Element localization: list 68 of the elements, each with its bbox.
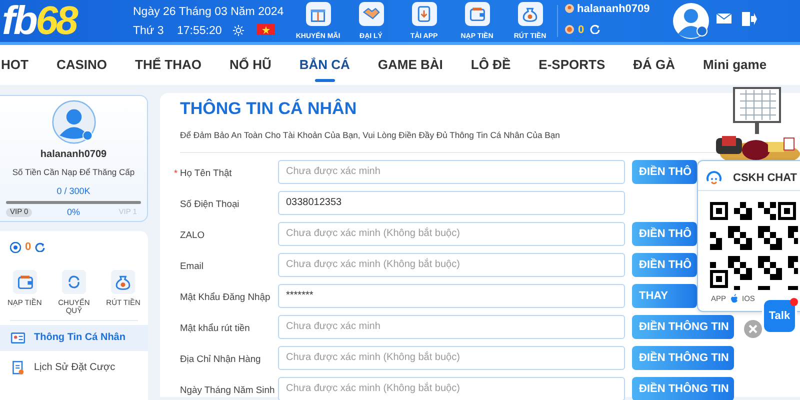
progress-text: 0 / 300K [56, 186, 90, 196]
flag-icon [257, 24, 275, 35]
refresh-icon[interactable] [35, 242, 46, 252]
nav-tab[interactable]: NỔ HŨ [229, 45, 272, 85]
fill-info-button[interactable]: ĐIỀN THÔ [632, 253, 697, 277]
input-field[interactable]: Chưa được xác minh (Không bắt buộc) [278, 253, 625, 277]
nav-tab[interactable]: ĐÁ GÀ [633, 45, 676, 85]
talk-button[interactable]: Talk [762, 298, 797, 334]
field-label: Mật khẩu rút tiền [179, 322, 250, 334]
field-label: Email [179, 260, 204, 272]
sun-icon [233, 25, 244, 36]
apple-icon [730, 294, 738, 304]
wallet-icon [468, 5, 486, 23]
fill-info-button[interactable]: ĐIỀN THÔNG TIN [632, 346, 734, 370]
id-card-icon [10, 330, 26, 346]
nav-tab[interactable]: CASINO [56, 45, 108, 85]
chat-title: CSKH CHAT [733, 171, 797, 186]
field-label: Địa Chỉ Nhận Hàng [179, 353, 261, 365]
input-field[interactable]: Chưa được xác minh [278, 315, 625, 339]
clock-text: 17:55:20 [177, 24, 222, 39]
nav-tab[interactable]: Mini game [703, 45, 767, 85]
username-text: halananh0709 [40, 149, 107, 160]
nav-tab[interactable]: E-SPORTS [538, 45, 606, 85]
fill-info-button[interactable]: THAY [632, 284, 697, 308]
fill-info-button[interactable]: ĐIỀN THÔNG TIN [632, 377, 734, 400]
nav-tab[interactable]: LÔ ĐỀ [470, 45, 511, 85]
username-text: halananh0709 [577, 2, 650, 17]
input-field[interactable]: 0338012353 [278, 191, 625, 215]
menu-item[interactable]: Lịch Sử Đặt Cược [0, 354, 148, 381]
field-label: Số Điện Thoại [179, 198, 240, 210]
avatar-icon[interactable] [672, 2, 710, 40]
nav-tab[interactable]: THỂ THAO [135, 45, 202, 85]
nav-tab[interactable]: GAME BÀI [378, 45, 443, 85]
input-field[interactable]: ******* [278, 284, 625, 308]
download-icon [415, 5, 433, 23]
page-title: THÔNG TIN CÁ NHÂN [180, 99, 357, 118]
input-field[interactable]: Chưa được xác minh (Không bắt buộc) [278, 377, 625, 400]
logout-icon[interactable] [742, 12, 757, 26]
wallet-icon [16, 272, 34, 290]
input-field[interactable]: Chưa được xác minh (Không bắt buộc) [278, 222, 625, 246]
avatar-icon[interactable] [52, 100, 96, 144]
input-field[interactable]: Chưa được xác minh [278, 160, 625, 184]
fill-info-button[interactable]: ĐIỀN THÔNG TIN [632, 315, 734, 339]
upgrade-text: Số Tiền Cần Nạp Để Thăng Cấp [12, 168, 135, 178]
percent-text: 0% [66, 207, 80, 218]
field-label: * Họ Tên Thật [174, 167, 232, 179]
menu-item[interactable]: Thông Tin Cá Nhân [0, 324, 148, 351]
coin-icon [565, 25, 574, 34]
field-label: Ngày Tháng Năm Sinh [179, 384, 275, 396]
nav-tab[interactable]: BẮN CÁ [299, 45, 350, 85]
money-bag-icon [521, 5, 539, 23]
logo[interactable]: fb68 [2, 0, 76, 42]
balance-text: 0 [25, 240, 32, 255]
date-text: Ngày 26 Tháng 03 Năm 2024 [133, 5, 284, 20]
user-icon [565, 4, 574, 13]
mail-icon[interactable] [716, 13, 732, 24]
field-label: Mật Khẩu Đăng Nhập [179, 291, 270, 303]
field-label: ZALO [179, 229, 204, 241]
fill-info-button[interactable]: ĐIỀN THÔ [632, 222, 697, 246]
weekday-text: Thứ 3 [133, 24, 164, 39]
coin-icon [10, 242, 21, 253]
nav-tab[interactable]: HOT [1, 45, 28, 85]
input-field[interactable]: Chưa được xác minh (Không bắt buộc) [278, 346, 625, 370]
subtitle-text: Để Đảm Bảo An Toàn Cho Tài Khoản Của Bạn, Vui Lòng Điền Đầy Đủ Thông Tin Cá Nhân Của Bạn [180, 130, 560, 140]
balance-text: 0 [578, 23, 584, 38]
notification-dot [790, 298, 798, 306]
fill-info-button[interactable]: ĐIỀN THÔ [632, 160, 697, 184]
document-icon [10, 360, 26, 376]
